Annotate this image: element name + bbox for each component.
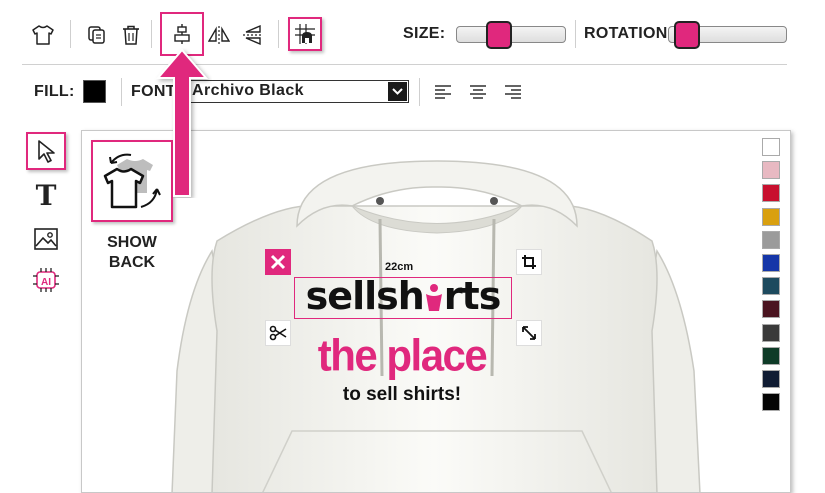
delete-button[interactable] [118, 22, 144, 48]
image-icon [34, 228, 58, 250]
size-slider-thumb[interactable] [486, 21, 512, 49]
color-swatch[interactable] [762, 323, 780, 342]
show-back-label-line1: SHOW [107, 234, 157, 251]
design-canvas[interactable]: SHOW BACK 22cm sellsh rts the place to se… [81, 130, 791, 493]
font-label: FONT: [131, 83, 180, 100]
close-icon [270, 254, 286, 270]
font-select-value: Archivo Black [192, 82, 304, 99]
color-swatch[interactable] [762, 370, 780, 388]
toolbar-divider [22, 64, 787, 65]
logo-text-part1: sellsh [305, 274, 425, 318]
dropdown-arrow-icon[interactable] [388, 82, 407, 101]
color-swatch[interactable] [762, 138, 780, 156]
shirt-icon [32, 25, 54, 45]
color-swatch[interactable] [762, 207, 780, 226]
ai-tool-button[interactable]: AI [30, 264, 62, 296]
size-slider[interactable] [456, 21, 566, 49]
size-label: SIZE: [403, 25, 446, 42]
align-center-icon [174, 24, 190, 44]
show-back-label-line2: BACK [108, 254, 156, 271]
show-back-label: SHOW BACK [91, 233, 173, 273]
color-swatch[interactable] [762, 300, 780, 319]
image-tool-button[interactable] [30, 224, 62, 254]
grid-snap-button[interactable] [288, 17, 322, 51]
color-swatch[interactable] [762, 254, 780, 272]
crop-icon [522, 255, 536, 269]
color-swatch[interactable] [762, 393, 780, 412]
rotation-slider-thumb[interactable] [674, 21, 700, 49]
grid-snap-icon [295, 24, 315, 44]
rotate-shirt-icon [103, 153, 161, 209]
crop-handle[interactable] [516, 249, 542, 275]
dimension-label: 22cm [385, 261, 414, 273]
show-back-button[interactable] [91, 140, 173, 222]
logo-text-part2: rts [443, 274, 502, 318]
color-swatch[interactable] [762, 346, 780, 365]
flip-horizontal-icon [208, 26, 230, 44]
ai-icon: AI [33, 268, 59, 292]
font-select[interactable]: Archivo Black [185, 80, 409, 103]
flip-vertical-icon [243, 24, 263, 46]
product-shirt-button[interactable] [30, 22, 56, 48]
pointer-icon [38, 140, 55, 163]
color-swatch[interactable] [762, 161, 780, 180]
svg-text:AI: AI [41, 277, 51, 288]
flip-vertical-button[interactable] [240, 22, 266, 48]
select-tool-button[interactable] [26, 132, 66, 170]
text-tool-button[interactable]: T [30, 180, 62, 212]
delete-handle[interactable] [265, 249, 291, 275]
fill-label: FILL: [34, 83, 75, 100]
logo-figure-icon [424, 282, 444, 312]
center-align-button[interactable] [160, 12, 204, 56]
rotation-slider[interactable] [668, 21, 787, 49]
subline-text[interactable]: to sell shirts! [262, 384, 542, 406]
rotation-label: ROTATION: [584, 25, 674, 42]
color-swatch[interactable] [762, 184, 780, 203]
text-align-right-button[interactable] [502, 81, 524, 103]
align-center-text-icon [470, 85, 486, 99]
logo-text[interactable]: sellsh rts [294, 273, 512, 319]
text-icon: T [35, 179, 57, 212]
align-right-icon [505, 85, 521, 99]
align-left-icon [435, 85, 451, 99]
color-swatch[interactable] [762, 230, 780, 249]
text-align-left-button[interactable] [432, 81, 454, 103]
text-align-center-button[interactable] [467, 81, 489, 103]
color-swatch[interactable] [762, 277, 780, 296]
duplicate-icon [88, 26, 105, 44]
fill-color-swatch[interactable] [83, 80, 106, 103]
duplicate-button[interactable] [84, 22, 110, 48]
headline-text[interactable]: the place [262, 330, 542, 383]
trash-icon [123, 25, 139, 45]
flip-horizontal-button[interactable] [206, 22, 232, 48]
